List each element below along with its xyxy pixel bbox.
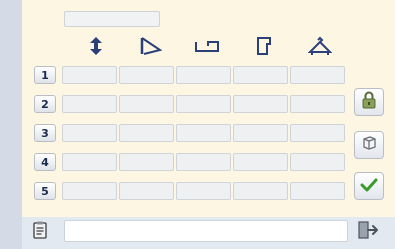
- column-header-icons: [62, 34, 347, 58]
- cell-r5-c3[interactable]: [176, 182, 231, 200]
- cell-r4-c4[interactable]: [233, 153, 288, 171]
- exit-door-icon: [357, 221, 379, 243]
- row-2-button[interactable]: 2: [34, 95, 56, 113]
- cell-r3-c4[interactable]: [233, 124, 288, 142]
- cell-r5-c2[interactable]: [119, 182, 174, 200]
- row-1-button[interactable]: 1: [34, 66, 56, 84]
- hanger-icon: [302, 34, 338, 58]
- cell-r4-c1[interactable]: [62, 153, 117, 171]
- left-strip: [0, 0, 22, 249]
- cube-button[interactable]: [354, 131, 384, 159]
- angle-profile-icon: [133, 34, 169, 58]
- cell-r1-c5[interactable]: [290, 66, 345, 84]
- cell-r3-c3[interactable]: [176, 124, 231, 142]
- cell-r2-c4[interactable]: [233, 95, 288, 113]
- cell-r5-c5[interactable]: [290, 182, 345, 200]
- cell-r2-c3[interactable]: [176, 95, 231, 113]
- cell-r1-c2[interactable]: [119, 66, 174, 84]
- cell-r4-c5[interactable]: [290, 153, 345, 171]
- clipboard-icon: [33, 221, 47, 243]
- row-3-button[interactable]: 3: [34, 124, 56, 142]
- confirm-button[interactable]: [354, 172, 384, 200]
- cell-r5-c4[interactable]: [233, 182, 288, 200]
- cell-r2-c2[interactable]: [119, 95, 174, 113]
- cell-r5-c1[interactable]: [62, 182, 117, 200]
- vertical-arrows-icon: [78, 34, 114, 58]
- exit-button[interactable]: [356, 221, 380, 243]
- lock-icon: [362, 91, 376, 113]
- row-4-button[interactable]: 4: [34, 153, 56, 171]
- lock-button[interactable]: [354, 88, 384, 116]
- cell-r3-c1[interactable]: [62, 124, 117, 142]
- cell-r1-c3[interactable]: [176, 66, 231, 84]
- clipboard-button[interactable]: [30, 221, 50, 243]
- cell-r2-c5[interactable]: [290, 95, 345, 113]
- status-field[interactable]: [64, 220, 348, 242]
- cell-r3-c5[interactable]: [290, 124, 345, 142]
- cell-r2-c1[interactable]: [62, 95, 117, 113]
- bracket-profile-icon: [189, 34, 225, 58]
- checkmark-icon: [360, 177, 378, 196]
- cell-r1-c4[interactable]: [233, 66, 288, 84]
- cube-icon: [361, 135, 377, 155]
- cell-r3-c2[interactable]: [119, 124, 174, 142]
- title-field[interactable]: [64, 11, 160, 27]
- hook-profile-icon: [246, 34, 282, 58]
- row-5-button[interactable]: 5: [34, 182, 56, 200]
- cell-r1-c1[interactable]: [62, 66, 117, 84]
- cell-r4-c3[interactable]: [176, 153, 231, 171]
- cell-r4-c2[interactable]: [119, 153, 174, 171]
